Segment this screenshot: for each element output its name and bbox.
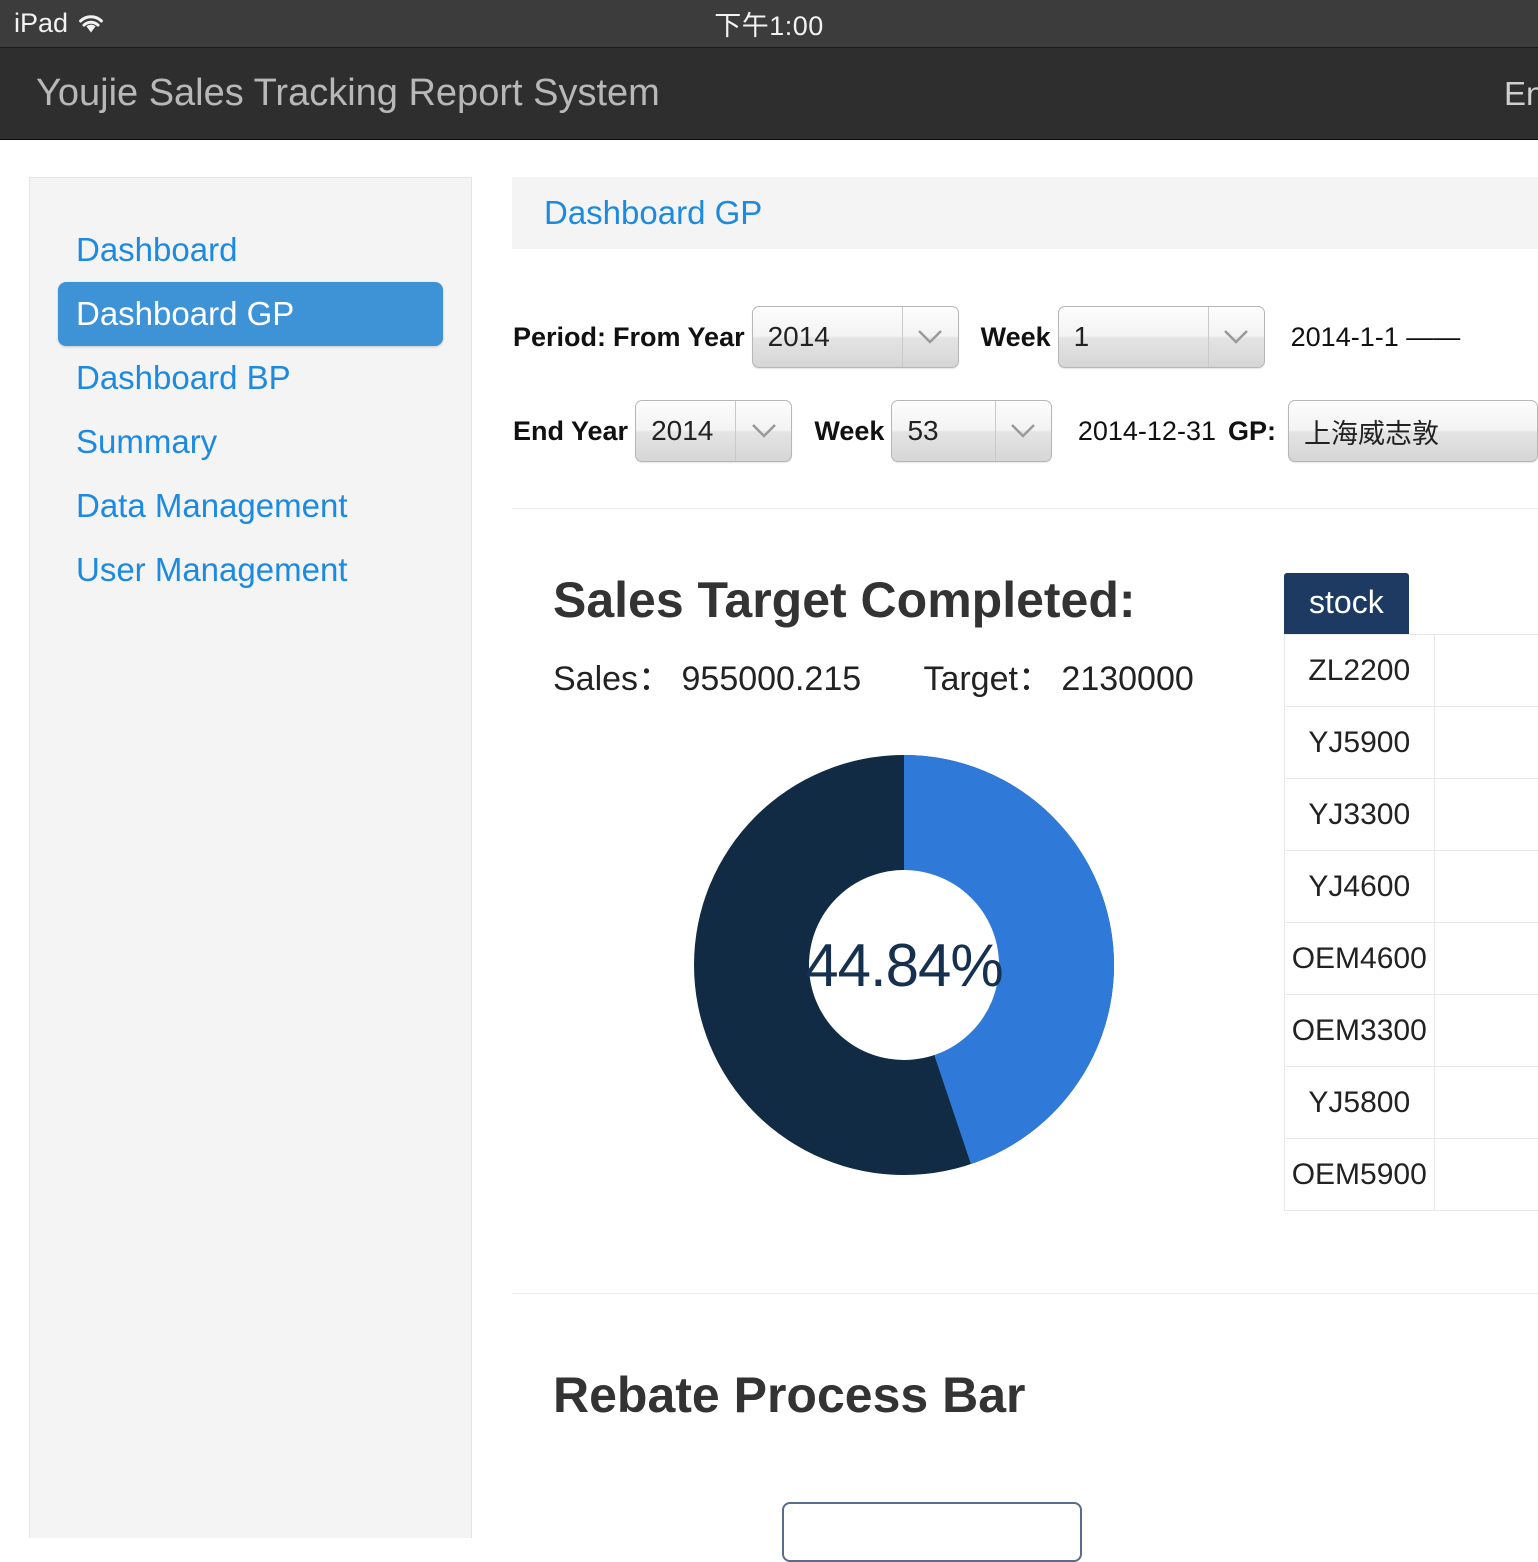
sales-target-section: Sales Target Completed: Sales： 955000.21… xyxy=(512,571,1538,1175)
stock-table-body: ZL220064YJ59004YJ330023YJ460076OEM46000O… xyxy=(1285,635,1538,1211)
page-body: Dashboard Dashboard GP Dashboard BP Summ… xyxy=(0,141,1538,1538)
target-label: Target： xyxy=(923,660,1052,698)
stock-value-cell: 0 xyxy=(1434,995,1538,1067)
chevron-down-icon xyxy=(902,307,958,367)
from-year-value: 2014 xyxy=(753,321,903,353)
chevron-down-icon xyxy=(735,401,791,461)
sidebar-item-user-management[interactable]: User Management xyxy=(58,538,443,602)
ios-status-bar: iPad 下午1:00 xyxy=(0,0,1538,47)
stock-value-cell: 0 xyxy=(1434,1139,1538,1211)
stock-value-cell: 23 xyxy=(1434,779,1538,851)
status-bar-clock: 下午1:00 xyxy=(0,4,1538,43)
donut-center-percentage: 44.84% xyxy=(694,755,1114,1175)
sales-label: Sales： xyxy=(553,660,672,698)
target-value: 2130000 xyxy=(1061,660,1193,698)
period-filter-row-2: End Year 2014 Week 53 2014-12-31 GP: 上海威… xyxy=(512,400,1538,462)
table-row: OEM59000 xyxy=(1285,1139,1538,1211)
from-week-value: 1 xyxy=(1059,321,1209,353)
end-date-text: 2014-12-31 xyxy=(1078,416,1216,447)
chevron-down-icon xyxy=(1208,307,1264,367)
stock-tab-label: stock xyxy=(1284,573,1409,634)
sidebar-item-data-management[interactable]: Data Management xyxy=(58,474,443,538)
table-row: YJ59004 xyxy=(1285,707,1538,779)
period-filter-row-1: Period: From Year 2014 Week 1 2014-1-1 —… xyxy=(512,306,1538,368)
sidebar-item-dashboard-bp[interactable]: Dashboard BP xyxy=(58,346,443,410)
gp-value: 上海威志敦 xyxy=(1289,412,1537,451)
stock-panel: stock ZL220064YJ59004YJ330023YJ460076OEM… xyxy=(1284,573,1538,1211)
end-week-label: Week xyxy=(814,416,884,447)
stock-value-cell: 64 xyxy=(1434,635,1538,707)
app-navbar: Youjie Sales Tracking Report System En xyxy=(0,47,1538,140)
from-week-select[interactable]: 1 xyxy=(1058,306,1265,368)
table-row: YJ58003 xyxy=(1285,1067,1538,1139)
sales-value: 955000.215 xyxy=(682,660,862,698)
period-label: Period: xyxy=(513,322,606,353)
table-row: YJ330023 xyxy=(1285,779,1538,851)
rebate-process-bar-heading: Rebate Process Bar xyxy=(553,1366,1538,1424)
from-date-text: 2014-1-1 —— xyxy=(1291,322,1461,353)
stock-model-cell: YJ4600 xyxy=(1285,851,1435,923)
breadcrumb: Dashboard GP xyxy=(512,177,1538,249)
from-week-label: Week xyxy=(981,322,1051,353)
stock-model-cell: YJ3300 xyxy=(1285,779,1435,851)
app-title: Youjie Sales Tracking Report System xyxy=(36,72,660,115)
stock-model-cell: ZL2200 xyxy=(1285,635,1435,707)
sidebar-item-dashboard-gp[interactable]: Dashboard GP xyxy=(58,282,443,346)
language-switch-link[interactable]: En xyxy=(1504,75,1538,113)
gp-label: GP: xyxy=(1228,416,1276,447)
stock-table: ZL220064YJ59004YJ330023YJ460076OEM46000O… xyxy=(1284,634,1538,1211)
stock-model-cell: OEM3300 xyxy=(1285,995,1435,1067)
stock-model-cell: OEM4600 xyxy=(1285,923,1435,995)
sales-completion-donut-chart: 44.84% xyxy=(694,755,1114,1175)
sidebar-nav: Dashboard Dashboard GP Dashboard BP Summ… xyxy=(29,177,472,1538)
stock-value-cell: 0 xyxy=(1434,923,1538,995)
end-year-select[interactable]: 2014 xyxy=(635,400,792,462)
table-row: YJ460076 xyxy=(1285,851,1538,923)
end-week-select[interactable]: 53 xyxy=(891,400,1051,462)
section-divider-bottom xyxy=(512,1293,1538,1294)
rebate-detail-box[interactable] xyxy=(782,1502,1082,1562)
main-content: Dashboard GP Period: From Year 2014 Week… xyxy=(512,177,1538,1538)
stock-model-cell: OEM5900 xyxy=(1285,1139,1435,1211)
stock-model-cell: YJ5900 xyxy=(1285,707,1435,779)
breadcrumb-dashboard-gp[interactable]: Dashboard GP xyxy=(544,194,762,232)
stock-model-cell: YJ5800 xyxy=(1285,1067,1435,1139)
gp-select[interactable]: 上海威志敦 xyxy=(1288,400,1538,462)
table-row: ZL220064 xyxy=(1285,635,1538,707)
stock-value-cell: 3 xyxy=(1434,1067,1538,1139)
table-row: OEM46000 xyxy=(1285,923,1538,995)
sidebar-item-dashboard[interactable]: Dashboard xyxy=(58,218,443,282)
from-year-label: From Year xyxy=(613,322,745,353)
table-row: OEM33000 xyxy=(1285,995,1538,1067)
stock-value-cell: 76 xyxy=(1434,851,1538,923)
from-year-select[interactable]: 2014 xyxy=(752,306,959,368)
sidebar-item-summary[interactable]: Summary xyxy=(58,410,443,474)
end-year-label: End Year xyxy=(513,416,628,447)
chevron-down-icon xyxy=(995,401,1051,461)
stock-value-cell: 4 xyxy=(1434,707,1538,779)
section-divider-top xyxy=(512,508,1538,509)
